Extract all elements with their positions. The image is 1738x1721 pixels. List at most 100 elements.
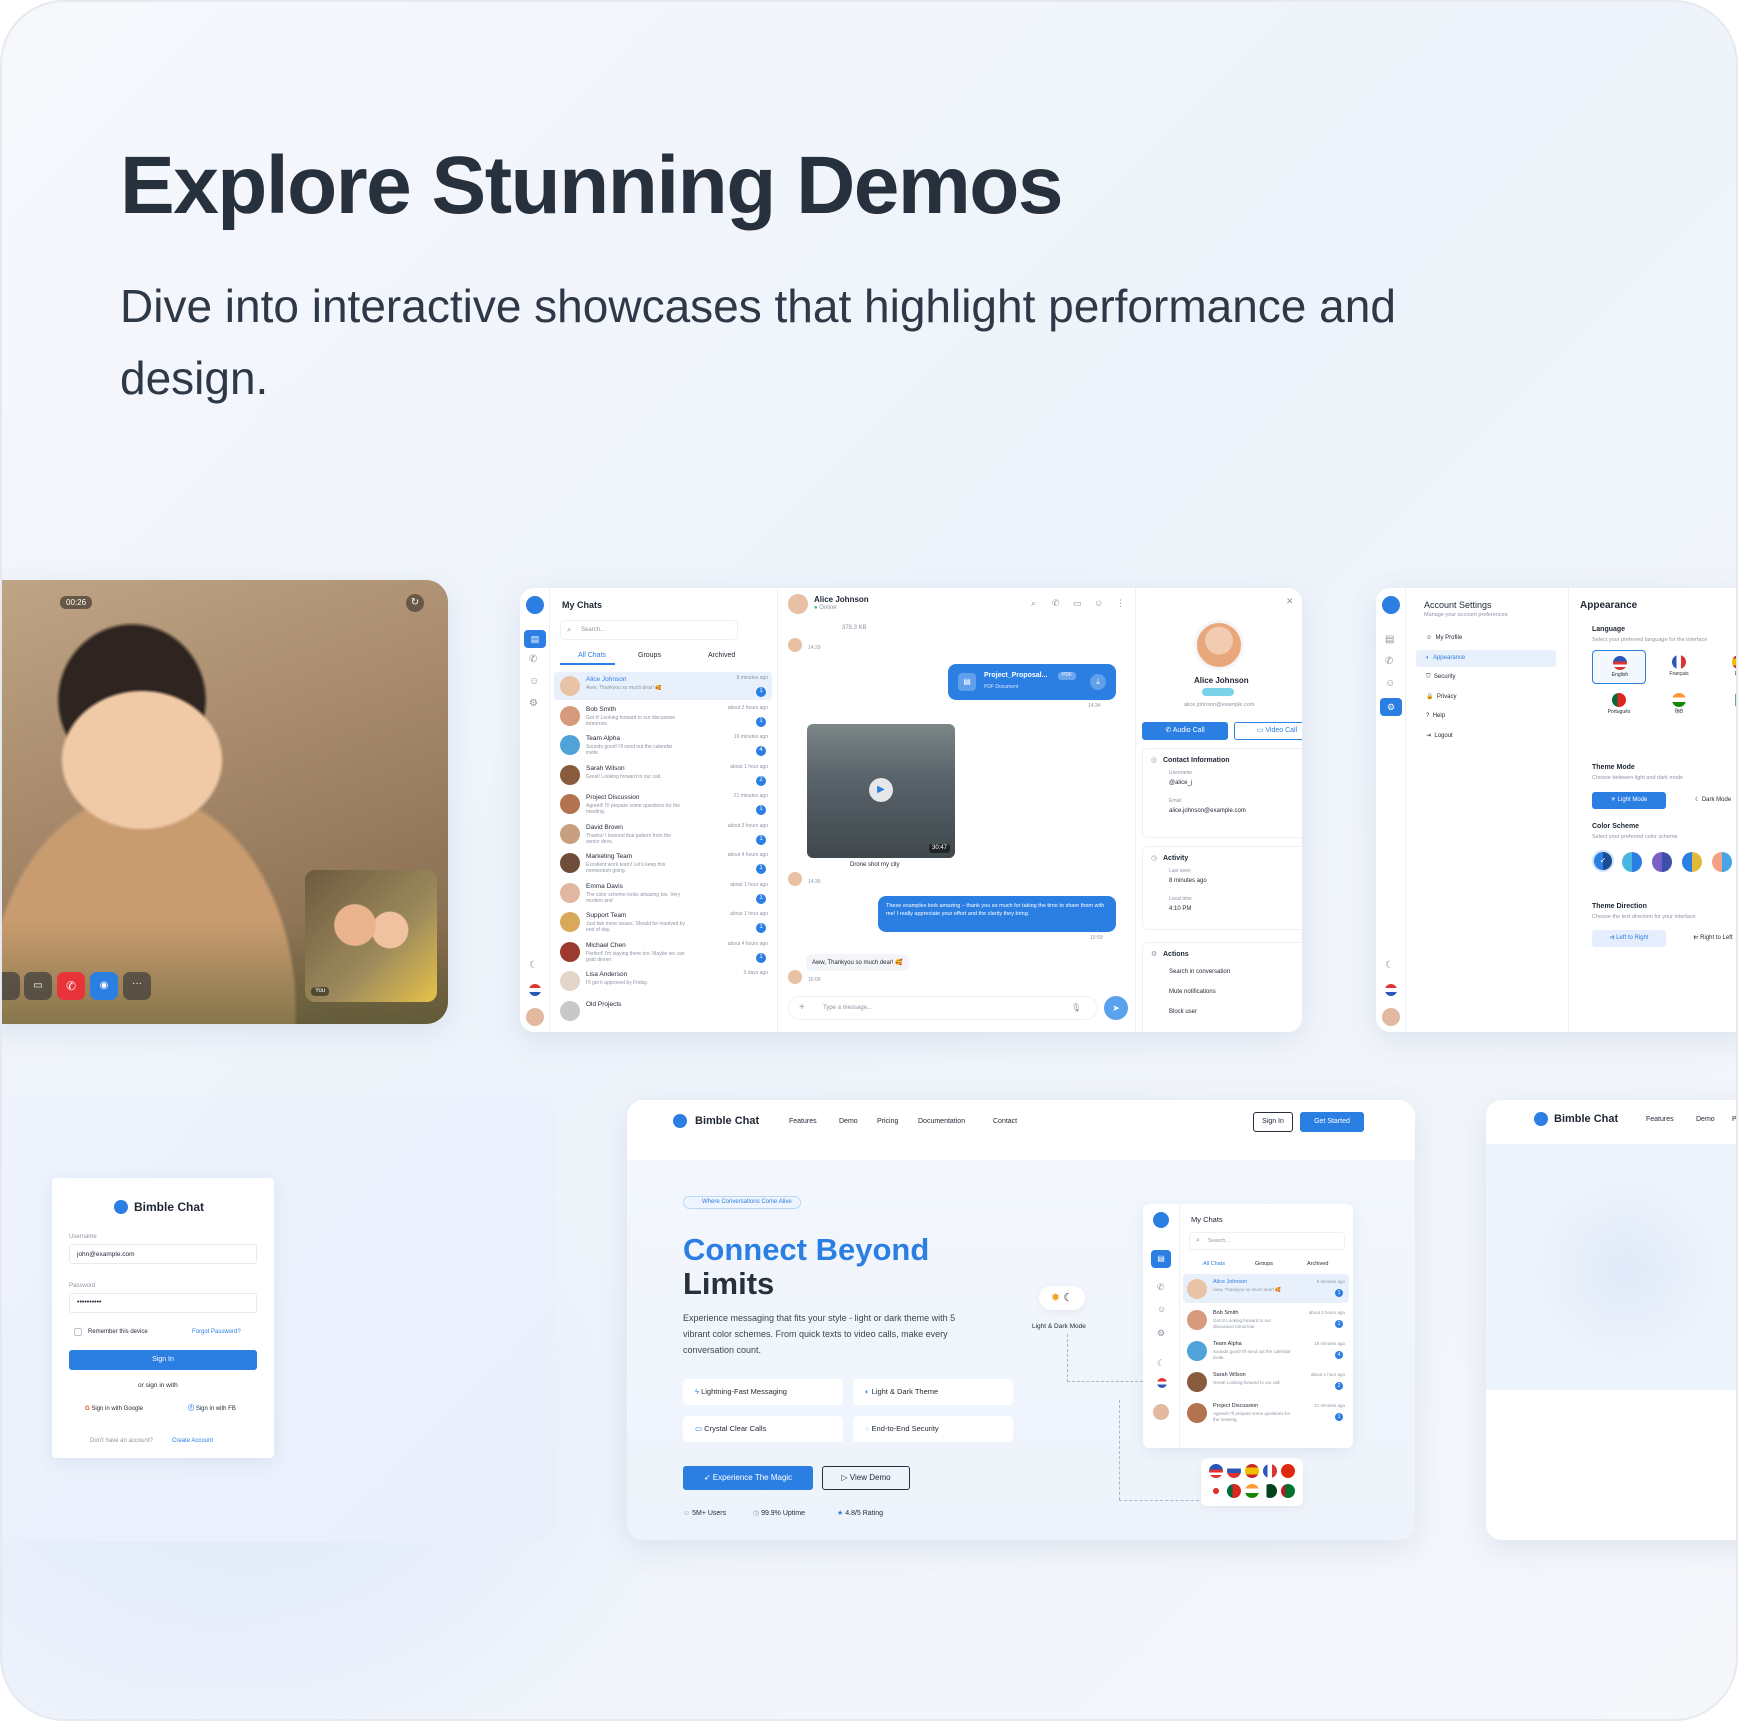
chat-list-item[interactable]: Emma Davis The color scheme looks amazing… (554, 879, 772, 907)
end-call-button[interactable]: ✆ (57, 972, 85, 1000)
calls-nav-icon[interactable]: ✆ (1157, 1282, 1165, 1292)
ltr-button[interactable]: ⇉ Left to Right (1592, 930, 1666, 947)
settings-menu-item[interactable]: ⛉ Security (1416, 669, 1556, 686)
play-icon[interactable]: ▶ (869, 778, 893, 802)
chat-list-item[interactable]: Marketing Team Excellent work team! Let's… (554, 849, 772, 877)
light-mode-button[interactable]: ☀ Light Mode (1592, 792, 1666, 809)
chat-list-item[interactable]: Support Team Just two more issues. Should… (554, 908, 772, 936)
chats-nav-icon[interactable]: ▤ (524, 630, 546, 648)
language-option[interactable]: English (1592, 650, 1646, 684)
dark-mode-button[interactable]: ☾ Dark Mode (1676, 792, 1736, 809)
user-avatar[interactable] (1153, 1404, 1169, 1420)
video-call-icon[interactable]: ▭ (1073, 598, 1082, 608)
tab-archived[interactable]: Archived (708, 652, 735, 660)
nav-demo[interactable]: Demo (839, 1118, 858, 1126)
chat-list-item[interactable]: Sarah Wilson Great! Looking forward to ou… (1183, 1367, 1349, 1396)
contacts-nav-icon[interactable]: ☺ (1157, 1304, 1166, 1314)
search-conversation-icon[interactable]: ⌕ (1031, 598, 1036, 608)
language-flag-icon[interactable] (529, 984, 541, 996)
chat-list-item[interactable]: Bob Smith Got it! Looking forward to our … (554, 702, 772, 730)
get-started-button[interactable]: Get Started (1300, 1112, 1364, 1132)
sent-message-bubble[interactable]: These examples look amazing – thank you … (878, 896, 1116, 932)
contacts-nav-icon[interactable]: ☺ (529, 676, 539, 688)
nav-pricing[interactable]: Pricing (877, 1118, 898, 1126)
color-swatch-yellow[interactable] (1682, 852, 1702, 872)
pip-self-view[interactable]: You (305, 870, 437, 1002)
color-swatch-teal[interactable] (1712, 852, 1732, 872)
chat-list-item[interactable]: Sarah Wilson Great! Looking forward to ou… (554, 761, 772, 789)
fb-sign-in-button[interactable]: ⓕ Sign in with FB (167, 1400, 257, 1418)
chat-list-item[interactable]: Team Alpha Sounds good! I'll send out the… (1183, 1336, 1349, 1365)
language-option[interactable]: Français (1652, 650, 1706, 684)
settings-menu-item[interactable]: ☺ My Profile (1416, 630, 1556, 647)
close-icon[interactable]: ✕ (1286, 596, 1294, 606)
language-option[interactable]: Português (1592, 688, 1646, 722)
language-option[interactable]: A (1712, 688, 1736, 722)
chat-list-item[interactable]: Lisa Anderson I'll get it approved by Fri… (554, 967, 772, 995)
password-input[interactable]: •••••••••• (69, 1293, 257, 1313)
nav-features[interactable]: Features (1646, 1116, 1674, 1124)
chats-nav-icon[interactable]: ▤ (1385, 634, 1394, 646)
mini-tab-groups[interactable]: Groups (1255, 1261, 1273, 1267)
calls-nav-icon[interactable]: ✆ (529, 654, 537, 666)
create-account-link[interactable]: Create Account (172, 1438, 213, 1445)
video-call-button[interactable]: ▭ Video Call (1234, 722, 1302, 740)
screen-share-button[interactable]: ◉ (90, 972, 118, 1000)
view-demo-button[interactable]: ▷ View Demo (822, 1466, 910, 1490)
chat-list-item[interactable]: Old Projects (554, 997, 772, 1025)
experience-magic-button[interactable]: ➶ Experience The Magic (683, 1466, 813, 1490)
color-swatch-blue[interactable]: ✓ (1592, 850, 1614, 872)
mic-button[interactable] (2, 972, 20, 1000)
rotate-camera-icon[interactable]: ↻ (406, 594, 424, 612)
forgot-password-link[interactable]: Forgot Password? (192, 1329, 241, 1336)
nav-demo[interactable]: Demo (1696, 1116, 1715, 1124)
tab-all-chats[interactable]: All Chats (578, 652, 606, 660)
user-avatar[interactable] (526, 1008, 544, 1026)
dark-mode-icon[interactable]: ☾ (529, 960, 538, 972)
calls-nav-icon[interactable]: ✆ (1385, 656, 1393, 668)
message-input[interactable]: + Type a message... 🎙 (788, 996, 1098, 1020)
dark-mode-icon[interactable]: ☾ (1157, 1358, 1165, 1368)
block-user[interactable]: Block user (1169, 1009, 1197, 1016)
more-options-button[interactable]: ··· (123, 972, 151, 1000)
search-in-conversation[interactable]: Search in conversation (1169, 969, 1230, 976)
dark-mode-icon[interactable]: ☾ (1385, 960, 1394, 972)
google-sign-in-button[interactable]: G Sign in with Google (69, 1400, 159, 1418)
chat-list-item[interactable]: Alice Johnson Aww, Thankyou so much dear!… (1183, 1274, 1349, 1303)
settings-nav-icon[interactable]: ⚙ (1157, 1328, 1165, 1338)
chat-list-item[interactable]: Team Alpha Sounds good! I'll send out the… (554, 731, 772, 759)
chat-list-item[interactable]: Project Discussion Agreed! I'll prepare s… (554, 790, 772, 818)
settings-menu-item[interactable]: ⇥ Logout (1416, 728, 1556, 745)
nav-documentation[interactable]: Documentation (918, 1118, 965, 1126)
color-swatch-cyan[interactable] (1622, 852, 1642, 872)
user-avatar[interactable] (1382, 1008, 1400, 1026)
more-icon[interactable]: ⋮ (1116, 598, 1125, 608)
rtl-button[interactable]: ⇇ Right to Left (1676, 930, 1736, 947)
chat-list-item[interactable]: David Brown Thanks! I learned that patter… (554, 820, 772, 848)
nav-pricing[interactable]: P (1732, 1116, 1736, 1124)
remember-checkbox[interactable] (74, 1328, 82, 1336)
received-message-bubble[interactable]: Aww, Thankyou so much dear! 🥰 (806, 954, 909, 971)
download-icon[interactable]: ⤓ (1090, 674, 1106, 690)
camera-button[interactable]: ▭ (24, 972, 52, 1000)
send-button[interactable]: ➤ (1104, 996, 1128, 1020)
contact-avatar[interactable] (788, 594, 808, 614)
chat-list-item[interactable]: Project Discussion Agreed! I'll prepare s… (1183, 1398, 1349, 1427)
mini-search-input[interactable]: ⌕ Search... (1189, 1232, 1345, 1250)
username-input[interactable]: john@example.com (69, 1244, 257, 1264)
chat-list-item[interactable]: Bob Smith Got it! Looking forward to our … (1183, 1305, 1349, 1334)
chat-search-input[interactable]: ⌕ Search... (560, 620, 738, 640)
nav-contact[interactable]: Contact (993, 1118, 1017, 1126)
file-message[interactable]: ▤ Project_Proposal... PDF PDF Document ⤓ (948, 664, 1116, 700)
mute-notifications[interactable]: Mute notifications (1169, 989, 1216, 996)
video-call-demo[interactable]: 00:26 ↻ You ▭ ✆ ◉ ··· (2, 580, 448, 1024)
tab-groups[interactable]: Groups (638, 652, 661, 660)
settings-menu-item[interactable]: ? Help (1416, 708, 1556, 725)
profile-icon[interactable]: ☺ (1094, 598, 1103, 608)
chat-list-item[interactable]: Alice Johnson Aww, Thankyou so much dear!… (554, 672, 772, 700)
chats-nav-icon[interactable]: ▤ (1151, 1250, 1171, 1268)
chat-list-item[interactable]: Michael Chen Perfect! I'm staying there t… (554, 938, 772, 966)
color-swatch-purple[interactable] (1652, 852, 1672, 872)
settings-menu-item[interactable]: 🔒 Privacy (1416, 689, 1556, 706)
language-flag-icon[interactable] (1157, 1378, 1167, 1388)
